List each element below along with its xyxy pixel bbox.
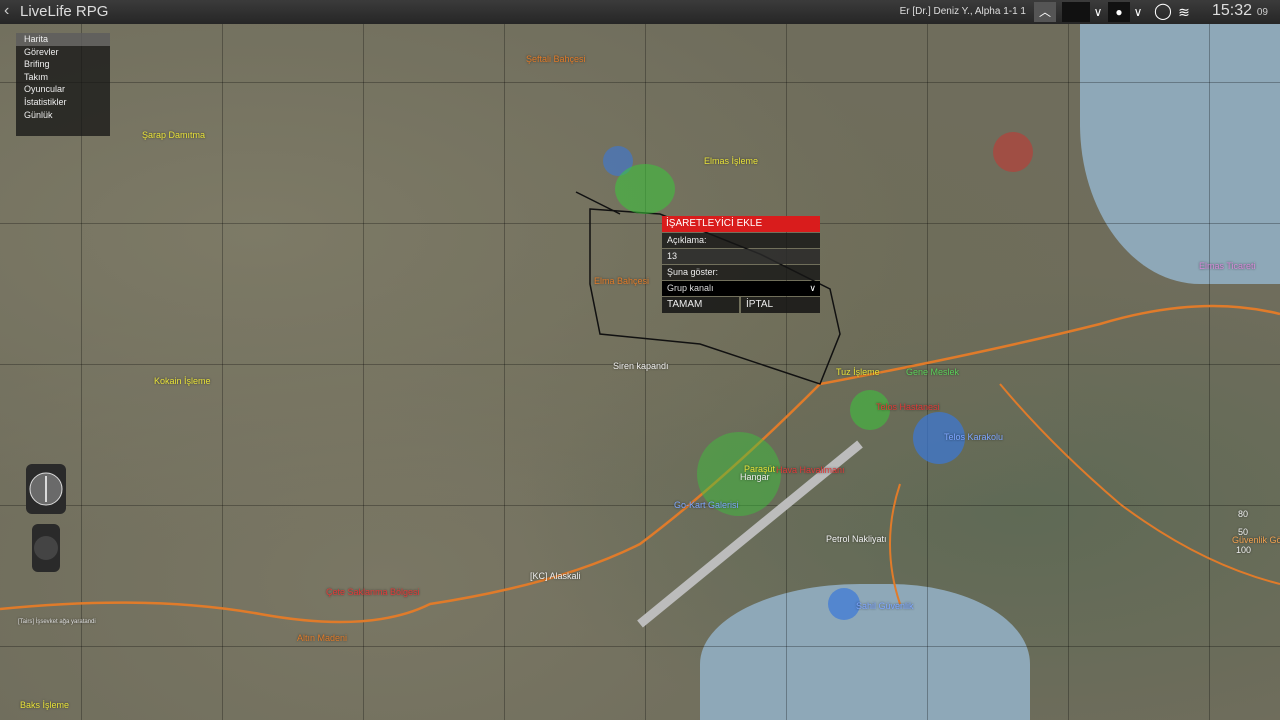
chevron-down-icon: ∨ — [809, 283, 816, 293]
map-label: 50 — [1238, 527, 1249, 537]
color-select-button[interactable] — [1062, 2, 1090, 22]
cancel-button[interactable]: İPTAL — [741, 297, 820, 313]
map-side-menu: Harita Görevler Brifing Takım Oyuncular … — [16, 33, 110, 136]
map-label[interactable]: [KC] Alaskali — [530, 571, 581, 581]
map-label[interactable]: Telos Hastanesi — [876, 402, 940, 412]
map-label[interactable]: Hava Havalimanı — [776, 465, 845, 475]
layers-icon[interactable]: ≋ — [1174, 2, 1194, 22]
menu-item-gunluk[interactable]: Günlük — [16, 109, 110, 122]
map-label[interactable]: Gene Meslek — [906, 367, 959, 377]
show-to-label: Şuna göster: — [662, 265, 820, 280]
map-label[interactable]: Go-Kart Galerisi — [674, 500, 739, 510]
clock-seconds: 09 — [1256, 7, 1268, 18]
map-label: [Tairs] İşsevket ağa yaratandi — [18, 619, 96, 625]
channel-select[interactable]: Grup kanalı ∨ — [662, 281, 820, 296]
compass-icon — [22, 454, 70, 574]
map-label[interactable]: Baks İşleme — [20, 700, 69, 710]
menu-item-harita[interactable]: Harita — [16, 33, 110, 46]
map-label[interactable]: Şarap Damıtma — [142, 130, 205, 140]
map-label: 100 — [1236, 545, 1252, 555]
menu-item-oyuncular[interactable]: Oyuncular — [16, 83, 110, 96]
map-overlay — [0, 191, 1280, 628]
red-zone-marker — [993, 132, 1033, 172]
chevron-left-icon[interactable]: ‹ — [4, 2, 9, 20]
map-label[interactable]: Elma Bahçesi — [594, 276, 649, 286]
map-label[interactable]: Telos Karakolu — [944, 432, 1003, 442]
map-label[interactable]: Sahil Güvenlik — [856, 601, 914, 611]
player-name: Er [Dr.] Deniz Y., Alpha 1-1 1 — [899, 6, 1026, 17]
chevron-down-icon[interactable]: ∨ — [1090, 2, 1106, 22]
map-label[interactable]: Elmas Ticareti — [1199, 261, 1256, 271]
top-bar: ‹ LiveLife RPG Er [Dr.] Deniz Y., Alpha … — [0, 0, 1280, 24]
safe-zone-marker — [615, 164, 675, 214]
map-label[interactable]: Altın Madeni — [297, 633, 347, 643]
map-label: Siren kapandı — [613, 361, 669, 371]
map-label[interactable]: Tuz İşleme — [836, 367, 880, 377]
chevron-down-icon[interactable]: ∨ — [1130, 2, 1146, 22]
description-input[interactable]: 13 — [662, 249, 820, 264]
description-label: Açıklama: — [662, 233, 820, 248]
menu-item-istatistikler[interactable]: İstatistikler — [16, 96, 110, 109]
map-canvas[interactable]: Şarap Damıtma Şeftali Bahçesi Elmas İşle… — [0, 24, 1280, 720]
map-label[interactable]: Hangar — [740, 472, 770, 482]
gps-icon[interactable]: ◯ — [1152, 2, 1174, 22]
main-road — [0, 304, 1280, 624]
menu-item-takim[interactable]: Takım — [16, 71, 110, 84]
map-label[interactable]: Petrol Nakliyatı — [826, 534, 887, 544]
menu-item-gorevler[interactable]: Görevler — [16, 46, 110, 59]
clock-time: 15:32 — [1211, 2, 1252, 19]
map-label[interactable]: Kokain İşleme — [154, 376, 211, 386]
ok-button[interactable]: TAMAM — [662, 297, 739, 313]
app-title: LiveLife RPG — [20, 3, 109, 20]
map-label[interactable]: Elmas İşleme — [704, 156, 758, 166]
road-south — [889, 483, 901, 605]
map-label[interactable]: Şeftali Bahçesi — [526, 54, 586, 64]
map-label[interactable]: Çete Saklanma Bölgesi — [326, 587, 420, 597]
zone-outline-line — [575, 191, 621, 215]
chevron-up-icon[interactable]: ︿ — [1034, 2, 1056, 22]
map-label: 80 — [1238, 509, 1249, 519]
dialog-title: İŞARETLEYİCİ EKLE — [662, 216, 820, 232]
add-marker-dialog: İŞARETLEYİCİ EKLE Açıklama: 13 Şuna göst… — [662, 216, 820, 318]
menu-item-brifing[interactable]: Brifing — [16, 58, 110, 71]
dot-marker-icon[interactable]: ● — [1108, 2, 1130, 22]
channel-select-value: Grup kanalı — [667, 283, 714, 293]
